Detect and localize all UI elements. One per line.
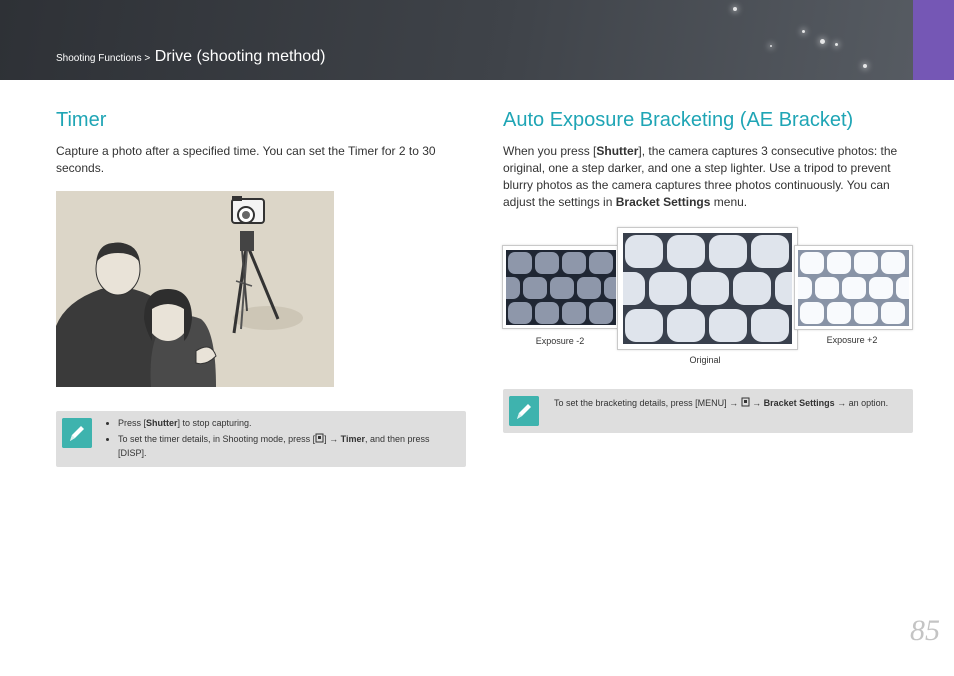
timer-label: Timer <box>340 434 365 444</box>
breadcrumb-section[interactable]: Shooting Functions > <box>56 53 150 64</box>
ae-bracket-note-text: To set the bracketing details, press [ME… <box>554 396 899 410</box>
breadcrumb-page: Drive (shooting method) <box>154 48 326 65</box>
chapter-tab[interactable] <box>913 0 954 80</box>
body-text: When you press [ <box>503 144 597 158</box>
timer-title: Timer <box>56 109 107 131</box>
timer-illustration <box>56 191 334 387</box>
sparkle-decoration <box>802 30 805 33</box>
caption-exposure-plus2: Exposure +2 <box>826 335 878 345</box>
note-text: → <box>749 398 764 408</box>
ae-bracket-note: To set the bracketing details, press [ME… <box>503 389 913 433</box>
drive-mode-icon <box>315 433 324 443</box>
list-item: To set the timer details, in Shooting mo… <box>118 432 446 460</box>
note-text: ] → <box>324 434 341 444</box>
photo-exposure-plus2 <box>794 245 913 330</box>
note-text: Press [ <box>118 418 147 428</box>
photo-original <box>617 227 798 350</box>
page-number: 85 <box>910 614 940 647</box>
list-item: Press [Shutter] to stop capturing. <box>118 416 446 430</box>
timer-description: Capture a photo after a specified time. … <box>56 144 436 175</box>
note-text: To set the timer details, in Shooting mo… <box>118 434 316 444</box>
shutter-label: Shutter <box>146 418 178 428</box>
bales-photo-dark <box>506 250 616 325</box>
caption-exposure-minus2: Exposure -2 <box>535 336 585 346</box>
bracket-settings-label: Bracket Settings <box>763 398 835 408</box>
sparkle-decoration <box>770 45 772 47</box>
sparkle-decoration <box>835 43 838 46</box>
body-text: menu. <box>710 195 748 209</box>
pencil-note-icon <box>509 396 539 426</box>
sparkle-decoration <box>863 64 867 68</box>
timer-note-text: Press [Shutter] to stop capturing. To se… <box>106 416 446 462</box>
bales-photo-light <box>798 250 909 326</box>
note-text: To set the bracketing details, press [ME… <box>554 398 741 408</box>
photo-exposure-minus2 <box>502 245 620 329</box>
bales-photo-original <box>623 233 792 344</box>
timer-note: Press [Shutter] to stop capturing. To se… <box>56 411 466 467</box>
bracket-settings-label: Bracket Settings <box>615 195 711 209</box>
caption-original: Original <box>689 355 721 365</box>
pencil-note-icon <box>62 418 92 448</box>
note-text: → an option. <box>834 398 889 408</box>
page-header: Shooting Functions > Drive (shooting met… <box>0 0 913 80</box>
shutter-label: Shutter <box>596 144 639 158</box>
drive-mode-icon <box>741 397 750 407</box>
note-text: ] to stop capturing. <box>177 418 252 428</box>
sparkle-decoration <box>820 39 825 44</box>
breadcrumb: Shooting Functions > Drive (shooting met… <box>56 48 325 66</box>
ae-bracket-title: Auto Exposure Bracketing (AE Bracket) <box>503 109 854 131</box>
sparkle-decoration <box>733 7 737 11</box>
ae-bracket-description: When you press [Shutter], the camera cap… <box>503 143 911 211</box>
